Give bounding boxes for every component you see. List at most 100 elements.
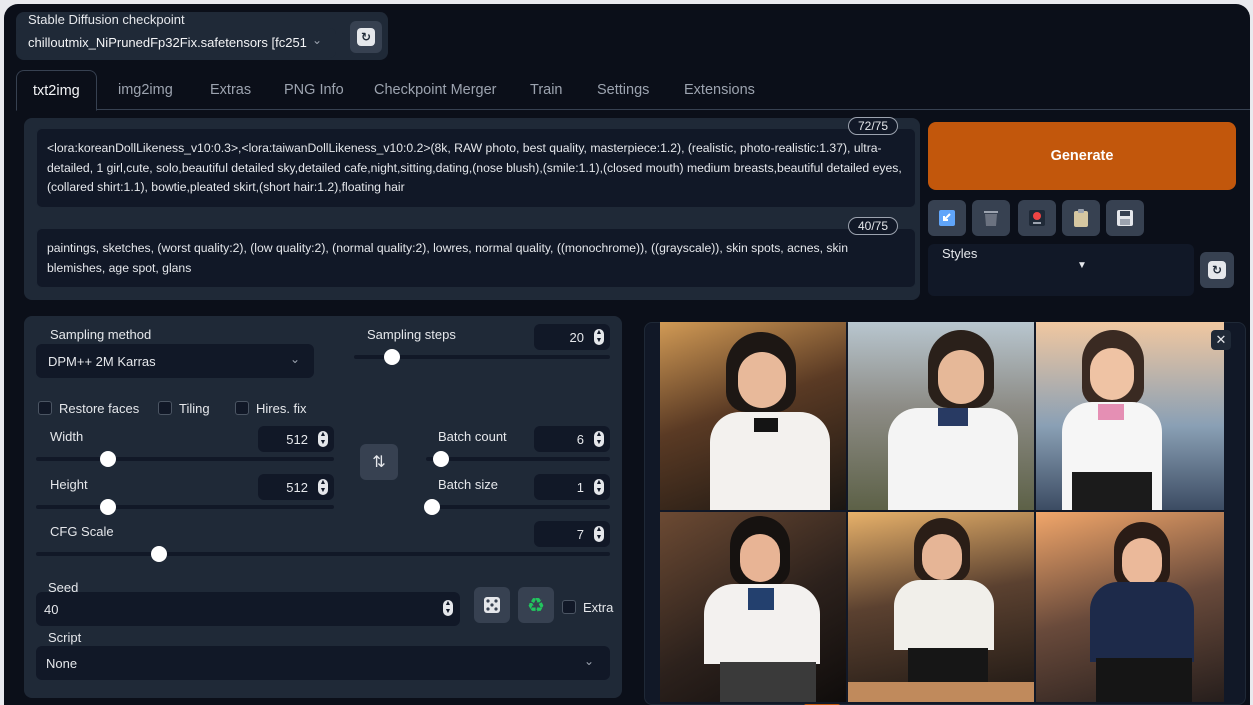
batch-count-label: Batch count xyxy=(438,429,507,444)
chevron-down-icon: ⌄ xyxy=(290,352,301,366)
batch-size-input[interactable]: 1 ▲ ▼ xyxy=(534,474,610,500)
save-style-button[interactable] xyxy=(1106,200,1144,236)
batch-count-slider-thumb[interactable] xyxy=(433,451,449,467)
script-dropdown[interactable]: None xyxy=(36,646,610,680)
stepper-icon: ▲ ▼ xyxy=(318,479,328,495)
checkpoint-label: Stable Diffusion checkpoint xyxy=(28,12,185,27)
script-value: None xyxy=(46,655,78,671)
prompt-token-counter: 72/75 xyxy=(848,117,899,135)
batch-size-slider-thumb[interactable] xyxy=(424,499,440,515)
stepper-icon: ▲ ▼ xyxy=(594,479,604,495)
refresh-icon: ↻ xyxy=(1208,261,1226,279)
gallery-image-1[interactable] xyxy=(660,322,846,510)
sampling-method-value: DPM++ 2M Karras xyxy=(48,353,156,369)
webui-window: Stable Diffusion checkpoint chilloutmix_… xyxy=(4,4,1250,705)
gallery-image-5[interactable] xyxy=(848,512,1034,702)
refresh-icon: ↻ xyxy=(357,28,375,46)
cfg-scale-label: CFG Scale xyxy=(50,524,114,539)
width-slider-thumb[interactable] xyxy=(100,451,116,467)
restore-faces-label: Restore faces xyxy=(59,401,140,416)
seed-value: 40 xyxy=(44,601,59,617)
sampling-steps-label: Sampling steps xyxy=(367,327,456,342)
styles-refresh-button[interactable]: ↻ xyxy=(1200,252,1234,288)
sampling-method-label: Sampling method xyxy=(50,327,152,342)
batch-count-value: 6 xyxy=(576,431,584,447)
tab-settings[interactable]: Settings xyxy=(581,70,665,110)
extra-seed-label: Extra xyxy=(583,600,614,615)
checkpoint-refresh-button[interactable]: ↻ xyxy=(350,21,382,53)
tab-txt2img[interactable]: txt2img xyxy=(16,70,97,111)
sampling-steps-input[interactable]: 20 ▲ ▼ xyxy=(534,324,610,350)
gallery-image-4[interactable] xyxy=(660,512,846,702)
trash-icon xyxy=(984,211,998,226)
cfg-scale-value: 7 xyxy=(576,526,584,542)
tab-extras[interactable]: Extras xyxy=(194,70,267,110)
height-slider-thumb[interactable] xyxy=(100,499,116,515)
extra-networks-button[interactable] xyxy=(1018,200,1056,236)
width-value: 512 xyxy=(286,431,308,447)
height-input[interactable]: 512 ▲ ▼ xyxy=(258,474,334,500)
hires-fix-checkbox[interactable] xyxy=(235,401,249,415)
tab-train[interactable]: Train xyxy=(514,70,579,110)
tab-extensions[interactable]: Extensions xyxy=(668,70,771,110)
dice-icon xyxy=(484,597,500,613)
cfg-scale-slider-track[interactable] xyxy=(36,552,610,556)
stepper-icon: ▲ ▼ xyxy=(443,600,453,616)
save-icon xyxy=(1117,210,1133,226)
swap-dimensions-button[interactable]: ⇅ xyxy=(360,444,398,480)
extra-seed-checkbox[interactable] xyxy=(562,600,576,614)
batch-size-value: 1 xyxy=(576,479,584,495)
tiling-label: Tiling xyxy=(179,401,210,416)
generate-button[interactable]: Generate xyxy=(928,122,1236,190)
gallery-close-button[interactable]: ✕ xyxy=(1211,330,1231,350)
reuse-seed-button[interactable]: ♻ xyxy=(518,587,554,623)
gallery-image-2[interactable] xyxy=(848,322,1034,510)
paste-prompt-button[interactable] xyxy=(928,200,966,236)
chevron-down-icon: ⌄ xyxy=(312,33,323,47)
batch-size-slider-track[interactable] xyxy=(426,505,610,509)
random-seed-button[interactable] xyxy=(474,587,510,623)
tab-img2img[interactable]: img2img xyxy=(102,70,189,110)
width-input[interactable]: 512 ▲ ▼ xyxy=(258,426,334,452)
height-value: 512 xyxy=(286,479,308,495)
chevron-down-icon: ⌄ xyxy=(584,654,595,668)
seed-input[interactable]: 40 xyxy=(36,592,460,626)
tiling-checkbox[interactable] xyxy=(158,401,172,415)
sampling-method-dropdown[interactable]: DPM++ 2M Karras xyxy=(36,344,314,378)
gallery-image-6[interactable] xyxy=(1036,512,1224,702)
hires-fix-label: Hires. fix xyxy=(256,401,307,416)
height-label: Height xyxy=(50,477,88,492)
clear-prompt-button[interactable] xyxy=(972,200,1010,236)
batch-count-slider-track[interactable] xyxy=(426,457,610,461)
cfg-scale-input[interactable]: 7 ▲ ▼ xyxy=(534,521,610,547)
recycle-icon: ♻ xyxy=(527,594,545,617)
styles-label: Styles xyxy=(942,246,978,261)
stepper-icon: ▲ ▼ xyxy=(594,431,604,447)
batch-size-label: Batch size xyxy=(438,477,498,492)
cfg-scale-slider-thumb[interactable] xyxy=(151,546,167,562)
prompt-textarea[interactable]: <lora:koreanDollLikeness_v10:0.3>,<lora:… xyxy=(36,128,916,208)
stepper-icon: ▲ ▼ xyxy=(318,431,328,447)
sampling-steps-slider-thumb[interactable] xyxy=(384,349,400,365)
script-label: Script xyxy=(48,630,82,645)
height-slider-track[interactable] xyxy=(36,505,334,509)
batch-count-input[interactable]: 6 ▲ ▼ xyxy=(534,426,610,452)
clipboard-icon xyxy=(1074,209,1088,227)
tab-checkpoint-merger[interactable]: Checkpoint Merger xyxy=(358,70,513,110)
model-icon xyxy=(1029,210,1045,226)
width-slider-track[interactable] xyxy=(36,457,334,461)
tab-png-info[interactable]: PNG Info xyxy=(268,70,360,110)
swap-arrows-icon: ⇅ xyxy=(372,454,386,471)
restore-faces-checkbox[interactable] xyxy=(38,401,52,415)
width-label: Width xyxy=(50,429,84,444)
negative-prompt-textarea[interactable]: paintings, sketches, (worst quality:2), … xyxy=(36,228,916,288)
negative-prompt-token-counter: 40/75 xyxy=(848,217,899,235)
apply-style-button[interactable] xyxy=(1062,200,1100,236)
sampling-steps-value: 20 xyxy=(569,329,584,345)
paste-icon xyxy=(939,210,955,226)
gallery-image-3[interactable] xyxy=(1036,322,1224,510)
chevron-down-icon: ▼ xyxy=(1077,260,1087,271)
stepper-icon: ▲ ▼ xyxy=(594,329,604,345)
checkpoint-value: chilloutmix_NiPrunedFp32Fix.safetensors … xyxy=(28,35,307,50)
close-icon: ✕ xyxy=(1215,332,1227,347)
